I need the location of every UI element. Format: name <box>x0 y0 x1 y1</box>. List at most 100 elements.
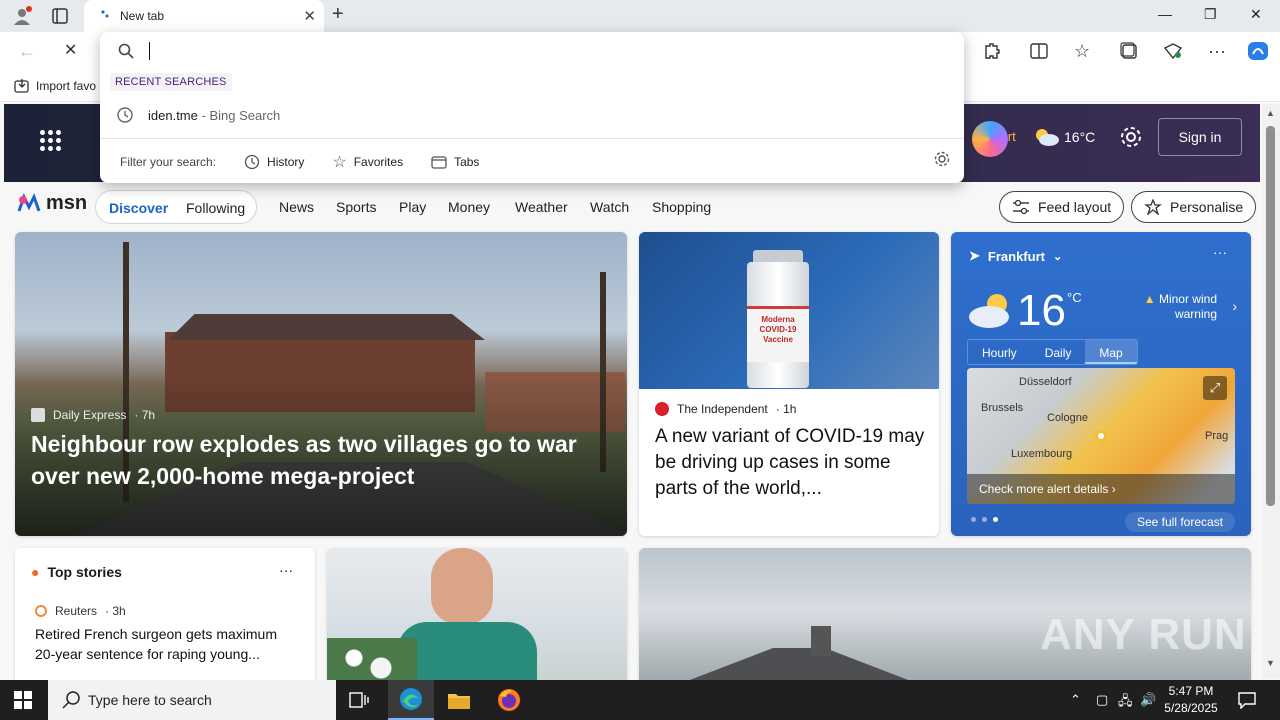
filter-label: Filter your search: <box>120 155 217 169</box>
tab-new-tab[interactable]: New tab ✕ <box>84 0 324 32</box>
msn-logo[interactable]: msn <box>16 192 87 215</box>
tab-hourly[interactable]: Hourly <box>968 340 1031 364</box>
tab-strip: New tab ✕ + — ❐ ✕ <box>0 0 1280 32</box>
stop-loading-icon[interactable]: ✕ <box>64 41 77 61</box>
extensions-icon[interactable] <box>982 42 1000 60</box>
weather-card: ➤ Frankfurt ⌄ ··· 16 °C ▲ Minor wind war… <box>951 232 1251 536</box>
msn-butterfly-icon <box>17 192 41 212</box>
scroll-up-icon[interactable]: ▲ <box>1266 108 1275 118</box>
personalise-button[interactable]: Personalise <box>1131 191 1257 223</box>
filter-row: Filter your search: History ☆ Favorites … <box>120 152 479 172</box>
nav-sports[interactable]: Sports <box>336 199 376 215</box>
top-stories-title: Top stories <box>47 564 122 580</box>
top-stories-age: · 3h <box>105 604 126 618</box>
nav-money[interactable]: Money <box>448 199 490 215</box>
edge-icon <box>400 688 422 710</box>
browser-essentials-icon[interactable] <box>1163 42 1183 60</box>
import-icon <box>14 79 29 93</box>
covid-headline[interactable]: A new variant of COVID-19 may be driving… <box>655 424 925 502</box>
hero-source: Daily Express · 7h <box>31 408 155 422</box>
more-options-icon[interactable]: ··· <box>1213 244 1227 260</box>
nav-weather[interactable]: Weather <box>515 199 568 215</box>
history-icon <box>244 154 260 170</box>
filter-favorites[interactable]: ☆ Favorites <box>332 152 403 172</box>
suggestion-item[interactable]: iden.tme - Bing Search <box>116 106 280 124</box>
settings-gear-icon[interactable] <box>1120 126 1142 148</box>
folder-icon <box>448 694 470 709</box>
hero-headline[interactable]: Neighbour row explodes as two villages g… <box>31 428 611 492</box>
system-clock[interactable]: 5:47 PM 5/28/2025 <box>1158 683 1224 717</box>
more-menu-icon[interactable]: ··· <box>1208 41 1226 61</box>
page-scrollbar[interactable]: ▲ ▼ <box>1262 104 1280 678</box>
tab-map[interactable]: Map <box>1085 340 1137 364</box>
import-favorites-button[interactable]: Import favo <box>14 78 96 94</box>
profile-icon[interactable] <box>12 6 32 26</box>
weather-temp: 16 <box>1017 286 1066 335</box>
close-window-button[interactable]: ✕ <box>1250 6 1262 23</box>
new-tab-button[interactable]: + <box>332 3 344 26</box>
weather-warning[interactable]: ▲ Minor wind warning <box>1144 292 1217 322</box>
surgeon-image-card[interactable] <box>327 548 627 688</box>
filter-history[interactable]: History <box>244 154 304 170</box>
hero-age: · 7h <box>134 408 156 422</box>
copilot-icon[interactable] <box>1246 40 1270 62</box>
surgeon-head <box>431 548 493 624</box>
firefox-icon <box>498 689 520 711</box>
copilot-icon[interactable] <box>972 121 1008 157</box>
nav-shopping[interactable]: Shopping <box>652 199 711 215</box>
clock-date: 5/28/2025 <box>1164 701 1218 715</box>
tab-following[interactable]: Following <box>186 200 245 216</box>
tab-actions-icon[interactable] <box>52 8 68 24</box>
filter-favorites-label: Favorites <box>353 155 404 169</box>
map-pin-icon <box>1095 430 1107 442</box>
feed-layout-label: Feed layout <box>1038 199 1112 215</box>
top-stories-headline[interactable]: Retired French surgeon gets maximum 20-y… <box>35 624 295 664</box>
taskbar-edge[interactable] <box>388 680 434 720</box>
windows-start-icon[interactable] <box>14 691 32 709</box>
show-hidden-icons[interactable]: ⌃ <box>1070 692 1081 708</box>
taskbar-file-explorer[interactable] <box>436 680 482 720</box>
search-icon <box>118 43 134 59</box>
vial-label: Moderna COVID-19 Vaccine <box>747 306 809 362</box>
minimize-button[interactable]: — <box>1158 6 1172 22</box>
chevron-right-icon[interactable]: › <box>1232 298 1237 314</box>
taskbar-search-box[interactable]: Type here to search <box>48 680 336 720</box>
weather-location[interactable]: ➤ Frankfurt ⌄ <box>969 248 1062 264</box>
more-options-icon[interactable]: ··· <box>279 562 293 578</box>
favorites-star-icon[interactable]: ☆ <box>1074 41 1090 61</box>
header-temperature[interactable]: 16°C <box>1064 129 1095 145</box>
volume-icon[interactable]: 🔊 <box>1140 692 1156 708</box>
split-screen-icon[interactable] <box>1030 42 1048 60</box>
filter-tabs[interactable]: Tabs <box>431 155 479 169</box>
taskbar-firefox[interactable] <box>486 680 532 720</box>
collections-icon[interactable] <box>1120 42 1138 60</box>
notifications-icon[interactable] <box>1238 691 1256 709</box>
task-view-button[interactable] <box>336 680 382 720</box>
back-icon[interactable]: ← <box>18 41 36 61</box>
scroll-thumb[interactable] <box>1266 126 1275 506</box>
tab-title: New tab <box>120 9 165 23</box>
alert-details-link[interactable]: Check more alert details › <box>967 474 1235 504</box>
address-input[interactable] <box>149 42 150 60</box>
restore-button[interactable]: ❐ <box>1204 6 1217 23</box>
nav-play[interactable]: Play <box>399 199 426 215</box>
tab-daily[interactable]: Daily <box>1031 340 1086 364</box>
tab-discover[interactable]: Discover <box>109 200 168 216</box>
apps-launcher-icon[interactable] <box>40 130 61 151</box>
network-icon[interactable]: 🖧 <box>1118 692 1133 714</box>
task-view-icon <box>349 692 369 708</box>
nav-watch[interactable]: Watch <box>590 199 629 215</box>
expand-icon[interactable]: ⤢ <box>1203 376 1227 400</box>
close-tab-icon[interactable]: ✕ <box>303 7 316 25</box>
see-full-forecast-button[interactable]: See full forecast <box>1124 512 1235 532</box>
covid-article-card[interactable]: Moderna COVID-19 Vaccine The Independent… <box>639 232 939 536</box>
nav-news[interactable]: News <box>279 199 314 215</box>
settings-gear-icon[interactable] <box>934 151 950 167</box>
device-icon[interactable]: ▢ <box>1096 692 1108 708</box>
chevron-down-icon: ⌄ <box>1052 250 1063 263</box>
feed-layout-button[interactable]: Feed layout <box>999 191 1125 223</box>
sign-in-button[interactable]: Sign in <box>1158 118 1242 156</box>
weather-map[interactable]: Düsseldorf Brussels Cologne Luxembourg P… <box>967 368 1235 504</box>
scroll-down-icon[interactable]: ▼ <box>1266 658 1275 668</box>
hero-article-card[interactable]: Daily Express · 7h Neighbour row explode… <box>15 232 627 536</box>
